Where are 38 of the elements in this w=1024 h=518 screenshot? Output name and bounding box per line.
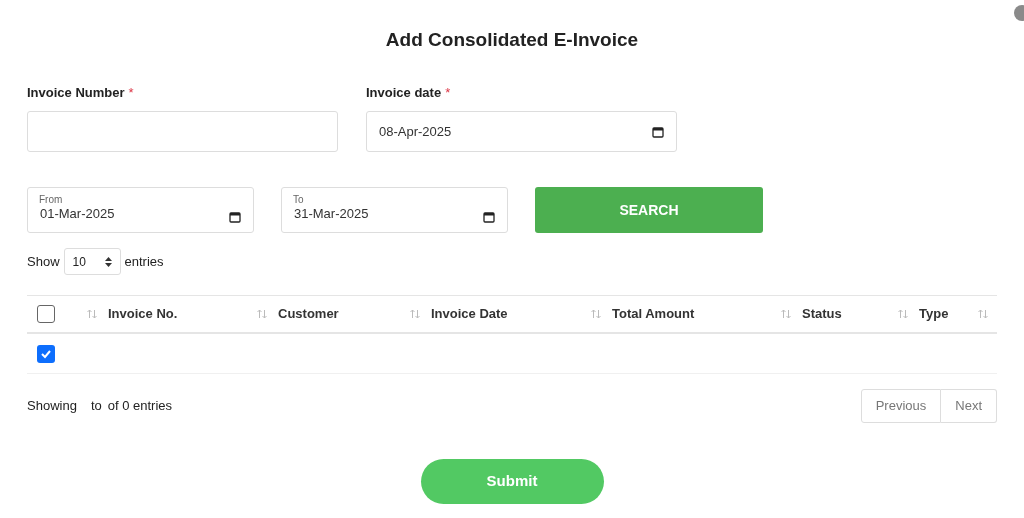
sort-icon bbox=[897, 308, 909, 320]
entries-label: entries bbox=[124, 252, 164, 271]
calendar-icon[interactable] bbox=[229, 211, 241, 223]
checkbox[interactable] bbox=[37, 305, 55, 323]
table-info-text: to bbox=[90, 397, 102, 416]
date-field[interactable]: From 01-Mar-2025 bbox=[27, 187, 254, 233]
input-field[interactable] bbox=[27, 111, 338, 152]
column-header[interactable]: Invoice Date bbox=[431, 304, 568, 324]
date-field[interactable]: 08-Apr-2025 bbox=[366, 111, 677, 152]
sort-icon bbox=[977, 308, 989, 320]
column-header[interactable]: Status bbox=[802, 304, 875, 324]
field-label: Invoice date bbox=[366, 83, 442, 102]
entries-select[interactable]: 10 bbox=[63, 248, 121, 275]
sort-icon bbox=[256, 308, 268, 320]
field-label: Invoice Number bbox=[27, 83, 125, 102]
checkbox[interactable] bbox=[37, 344, 55, 363]
caret-icon bbox=[104, 256, 112, 267]
sort-icon bbox=[780, 308, 792, 320]
calendar-icon[interactable] bbox=[652, 125, 664, 138]
required-mark: * bbox=[128, 83, 134, 102]
table-info-text: Showing bbox=[27, 397, 77, 416]
column-header[interactable]: Type bbox=[919, 304, 969, 324]
table-info-text: of 0 entries bbox=[107, 397, 173, 416]
column-header[interactable]: Customer bbox=[278, 304, 387, 324]
calendar-icon[interactable] bbox=[483, 211, 495, 223]
show-label: Show bbox=[27, 252, 60, 271]
sort-icon bbox=[409, 308, 421, 320]
column-header[interactable]: Invoice No. bbox=[108, 304, 234, 324]
previous-button[interactable]: Previous bbox=[860, 389, 942, 423]
next-button[interactable]: Next bbox=[941, 389, 997, 423]
required-mark: * bbox=[445, 83, 451, 102]
column-header[interactable]: Total Amount bbox=[612, 304, 758, 324]
dialog-title: Add Consolidated E-Invoice bbox=[385, 28, 639, 52]
sort-icon bbox=[86, 308, 98, 320]
sort-icon bbox=[590, 308, 602, 320]
date-field[interactable]: To 31-Mar-2025 bbox=[281, 187, 508, 233]
field-label: To bbox=[293, 193, 304, 207]
field-label: From bbox=[39, 193, 63, 207]
